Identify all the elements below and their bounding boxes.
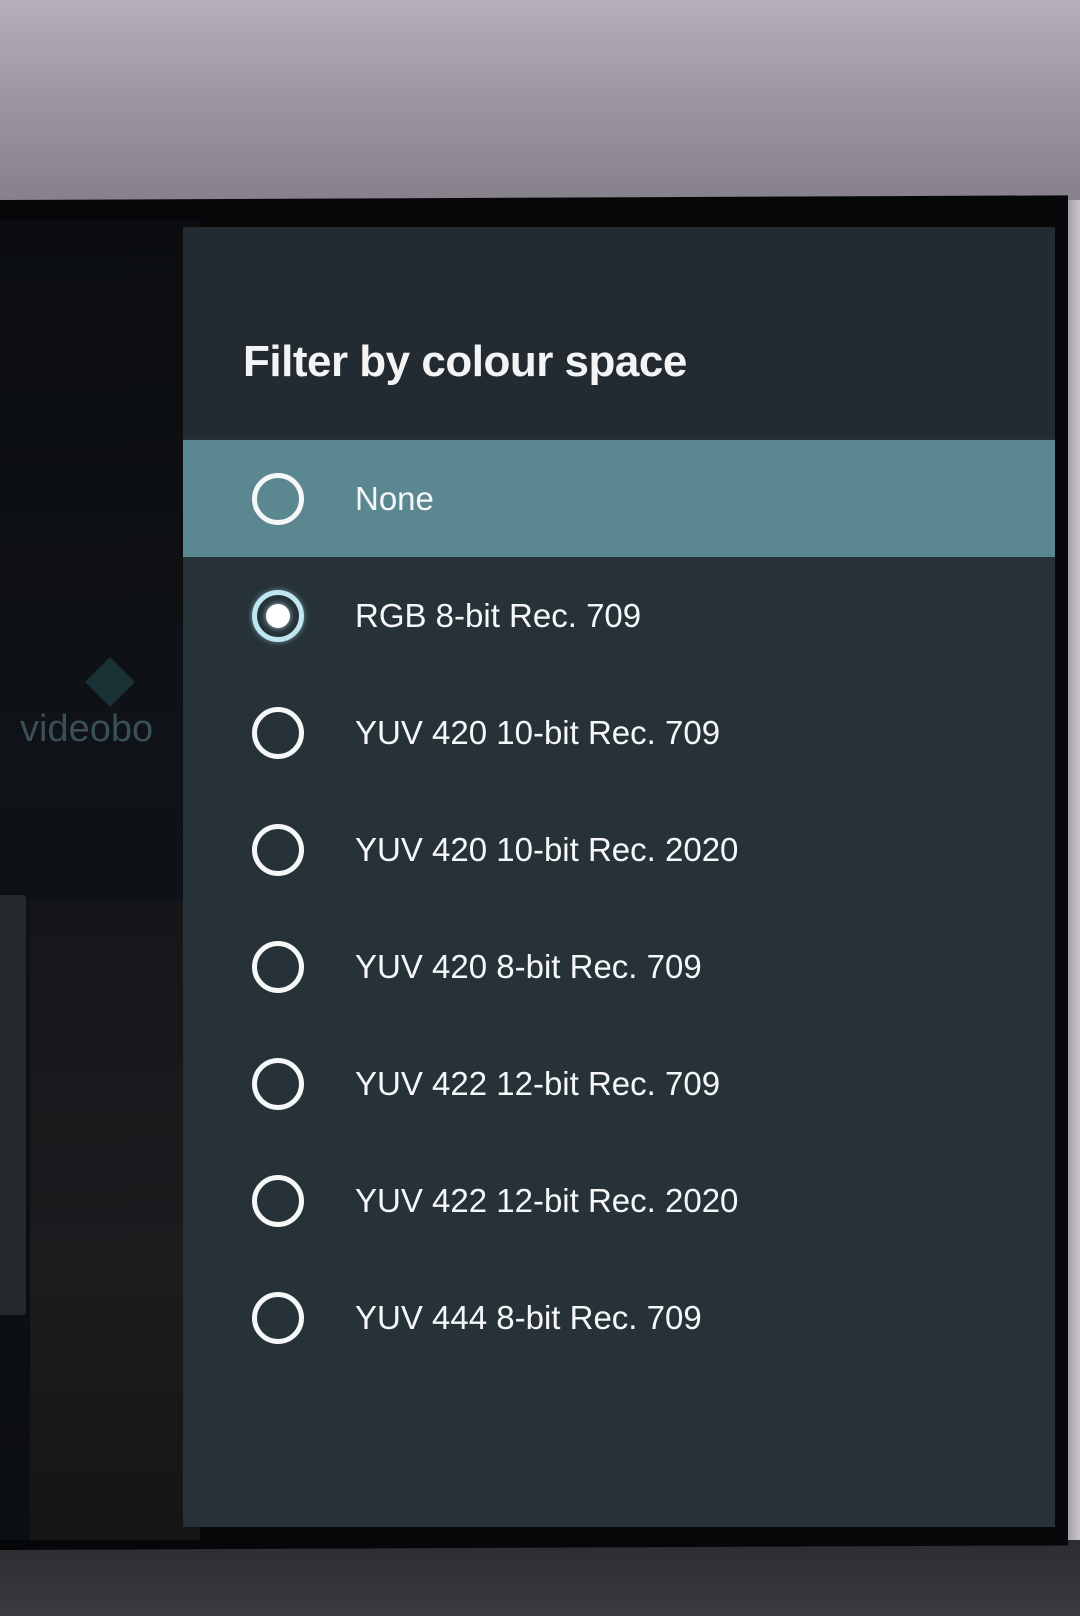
background-poster xyxy=(30,900,200,1540)
option-label: YUV 420 8-bit Rec. 709 xyxy=(355,947,702,985)
radio-unchecked-icon[interactable] xyxy=(252,1174,304,1227)
background-card xyxy=(0,895,26,1315)
radio-unchecked-icon[interactable] xyxy=(252,472,304,525)
radio-dot xyxy=(266,603,290,628)
options-list: None RGB 8-bit Rec. 709 YUV 420 10-bit R… xyxy=(183,440,1055,1376)
option-yuv444-8bit-rec709[interactable]: YUV 444 8-bit Rec. 709 xyxy=(183,1259,1055,1376)
radio-unchecked-icon[interactable] xyxy=(252,823,304,876)
dialog-header: Filter by colour space xyxy=(183,227,1055,437)
option-label: RGB 8-bit Rec. 709 xyxy=(355,596,642,634)
radio-unchecked-icon[interactable] xyxy=(252,1291,304,1344)
dialog-title: Filter by colour space xyxy=(243,337,687,386)
option-label: None xyxy=(355,479,434,517)
colour-space-filter-dialog: Filter by colour space None RGB 8-bit Re… xyxy=(183,227,1055,1527)
radio-unchecked-icon[interactable] xyxy=(252,940,304,993)
option-label: YUV 444 8-bit Rec. 709 xyxy=(355,1298,702,1336)
radio-unchecked-icon[interactable] xyxy=(252,706,304,759)
option-none[interactable]: None xyxy=(183,440,1055,557)
option-rgb-8bit-rec709[interactable]: RGB 8-bit Rec. 709 xyxy=(183,557,1055,674)
app-logo-text: videobo xyxy=(20,708,154,750)
option-label: YUV 420 10-bit Rec. 2020 xyxy=(355,830,739,868)
radio-checked-icon[interactable] xyxy=(252,589,304,642)
option-yuv420-10bit-rec709[interactable]: YUV 420 10-bit Rec. 709 xyxy=(183,674,1055,791)
option-yuv422-12bit-rec709[interactable]: YUV 422 12-bit Rec. 709 xyxy=(183,1025,1055,1142)
app-logo-icon xyxy=(85,657,135,707)
option-yuv420-8bit-rec709[interactable]: YUV 420 8-bit Rec. 709 xyxy=(183,908,1055,1025)
option-label: YUV 420 10-bit Rec. 709 xyxy=(355,713,721,751)
radio-unchecked-icon[interactable] xyxy=(252,1057,304,1110)
option-label: YUV 422 12-bit Rec. 2020 xyxy=(355,1181,739,1219)
room-floor xyxy=(0,1540,1080,1616)
option-yuv420-10bit-rec2020[interactable]: YUV 420 10-bit Rec. 2020 xyxy=(183,791,1055,908)
option-label: YUV 422 12-bit Rec. 709 xyxy=(355,1064,721,1102)
background-app: videobo xyxy=(0,220,200,1540)
option-yuv422-12bit-rec2020[interactable]: YUV 422 12-bit Rec. 2020 xyxy=(183,1142,1055,1259)
